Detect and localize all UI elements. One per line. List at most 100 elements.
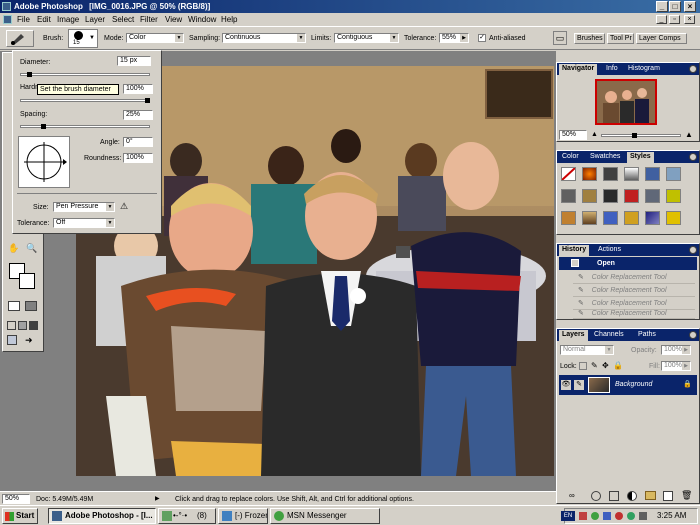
lock-pixels-icon[interactable]: ✎ xyxy=(591,361,598,370)
style-swatch-15[interactable] xyxy=(603,211,618,225)
visibility-eye-icon[interactable]: 👁 xyxy=(561,380,571,390)
clock[interactable]: 3:25 AM xyxy=(657,509,686,523)
menu-view[interactable]: View xyxy=(165,13,182,26)
maximize-button[interactable]: □ xyxy=(669,1,681,12)
start-button[interactable]: Start xyxy=(2,508,38,524)
lock-transparency-icon[interactable] xyxy=(579,362,587,370)
style-swatch-11[interactable] xyxy=(645,189,660,203)
style-swatch-2[interactable] xyxy=(582,167,597,181)
tab-actions[interactable]: Actions xyxy=(595,245,624,256)
navigator-zoom-slider[interactable] xyxy=(601,133,681,138)
diameter-field[interactable]: 15 px xyxy=(117,56,151,66)
size-select[interactable]: Pen Pressure ▼ xyxy=(53,202,115,212)
restore-doc-button[interactable]: ▫ xyxy=(669,15,680,24)
arrow-icon[interactable]: ➜ xyxy=(25,335,35,345)
taskbar-frozen[interactable]: [-) Frozen ... xyxy=(218,508,268,524)
spacing-slider-knob[interactable] xyxy=(41,124,46,129)
tray-icon-5[interactable] xyxy=(627,512,635,520)
tray-icon-6[interactable] xyxy=(639,512,647,520)
spacing-field[interactable]: 25% xyxy=(123,110,153,120)
style-swatch-7[interactable] xyxy=(561,189,576,203)
style-swatch-12[interactable] xyxy=(666,189,681,203)
palette-tab-brushes[interactable]: Brushes xyxy=(574,33,605,44)
anti-aliased-checkbox[interactable]: ✓ xyxy=(478,34,486,42)
tray-icon-1[interactable] xyxy=(579,512,587,520)
style-swatch-10[interactable] xyxy=(624,189,639,203)
tolerance-field[interactable]: 55% ▶ xyxy=(439,33,469,43)
style-swatch-16[interactable] xyxy=(624,211,639,225)
navigator-zoom-knob[interactable] xyxy=(632,133,637,138)
zoom-in-icon[interactable]: ▲ xyxy=(685,130,695,140)
limits-select[interactable]: Contiguous ▼ xyxy=(334,33,399,43)
status-menu-arrow[interactable]: ▶ xyxy=(155,495,160,503)
style-swatch-18[interactable] xyxy=(666,211,681,225)
zoom-tool-icon[interactable]: 🔍 xyxy=(25,241,39,255)
tab-info[interactable]: Info xyxy=(603,64,621,75)
close-button[interactable]: × xyxy=(684,1,696,12)
tab-channels[interactable]: Channels xyxy=(591,330,627,341)
tab-color[interactable]: Color xyxy=(559,152,582,163)
tab-swatches[interactable]: Swatches xyxy=(587,152,623,163)
layer-style-icon[interactable] xyxy=(591,491,601,501)
style-swatch-14[interactable] xyxy=(582,211,597,225)
diameter-slider-knob[interactable] xyxy=(27,72,32,77)
document-menu-icon[interactable] xyxy=(3,15,12,24)
zoom-out-icon[interactable]: ▲ xyxy=(591,131,599,139)
tray-icon-2[interactable] xyxy=(591,512,599,520)
style-swatch-3[interactable] xyxy=(603,167,618,181)
tab-history[interactable]: History xyxy=(559,245,590,256)
navigator-menu-button[interactable] xyxy=(689,65,697,73)
style-swatch-13[interactable] xyxy=(561,211,576,225)
new-layer-icon[interactable] xyxy=(663,491,673,501)
screen-mode-standard-icon[interactable] xyxy=(7,321,16,330)
tray-icon-4[interactable] xyxy=(615,512,623,520)
menu-file[interactable]: File xyxy=(17,13,30,26)
style-swatch-5[interactable] xyxy=(645,167,660,181)
style-swatch-4[interactable] xyxy=(624,167,639,181)
layer-row-background[interactable]: 👁 ✎ Background 🔒 xyxy=(559,375,697,395)
tab-styles[interactable]: Styles xyxy=(627,152,654,163)
adjustment-layer-icon[interactable] xyxy=(627,491,637,501)
mode-select[interactable]: Color ▼ xyxy=(126,33,184,43)
hardness-slider-knob[interactable] xyxy=(145,98,150,103)
tool-preset-picker[interactable] xyxy=(6,30,34,47)
spacing-slider[interactable] xyxy=(20,124,150,129)
palette-tab-layer-comps[interactable]: Layer Comps xyxy=(636,33,687,44)
hardness-field[interactable]: 100% xyxy=(123,84,153,94)
hardness-slider[interactable] xyxy=(20,98,150,103)
menu-filter[interactable]: Filter xyxy=(140,13,158,26)
language-indicator[interactable]: EN xyxy=(561,511,575,521)
tab-navigator[interactable]: Navigator xyxy=(559,64,598,75)
menu-edit[interactable]: Edit xyxy=(37,13,51,26)
jump-to-imageready-icon[interactable] xyxy=(7,335,17,345)
hand-tool-icon[interactable]: ✋ xyxy=(7,241,21,255)
menu-window[interactable]: Window xyxy=(188,13,216,26)
minimize-doc-button[interactable]: _ xyxy=(656,15,667,24)
history-item[interactable]: ✎ Color Replacement Tool xyxy=(573,284,695,297)
tab-layers[interactable]: Layers xyxy=(559,330,588,341)
history-item-open[interactable]: Open xyxy=(559,257,697,270)
style-swatch-6[interactable] xyxy=(666,167,681,181)
fill-field[interactable]: 100% ▶ xyxy=(661,361,691,371)
menu-image[interactable]: Image xyxy=(57,13,79,26)
menu-layer[interactable]: Layer xyxy=(85,13,105,26)
trash-icon[interactable]: 🗑 xyxy=(681,490,692,501)
quick-mask-mode-icon[interactable] xyxy=(25,301,37,311)
link-layers-icon[interactable]: ∞ xyxy=(569,491,575,501)
new-group-icon[interactable] xyxy=(645,491,656,500)
history-item[interactable]: ✎ Color Replacement Tool xyxy=(573,307,695,319)
taskbar-msn-messenger[interactable]: MSN Messenger xyxy=(270,508,380,524)
style-swatch-8[interactable] xyxy=(582,189,597,203)
standard-mode-icon[interactable] xyxy=(8,301,20,311)
close-doc-button[interactable]: × xyxy=(684,15,695,24)
layer-mask-icon[interactable] xyxy=(609,491,619,501)
brush-picker[interactable]: 15 ▼ xyxy=(68,29,98,48)
lock-all-icon[interactable]: 🔒 xyxy=(613,361,623,370)
angle-field[interactable]: 0° xyxy=(123,137,153,147)
sampling-select[interactable]: Continuous ▼ xyxy=(222,33,306,43)
taskbar-chat[interactable]: •-°·• (8) xyxy=(158,508,216,524)
zoom-level-field[interactable]: 50% xyxy=(2,494,30,504)
tablet-pressure-icon[interactable]: ▭ xyxy=(553,31,567,45)
styles-menu-button[interactable] xyxy=(689,153,697,161)
document-size[interactable]: Doc: 5.49M/5.49M xyxy=(36,495,93,504)
